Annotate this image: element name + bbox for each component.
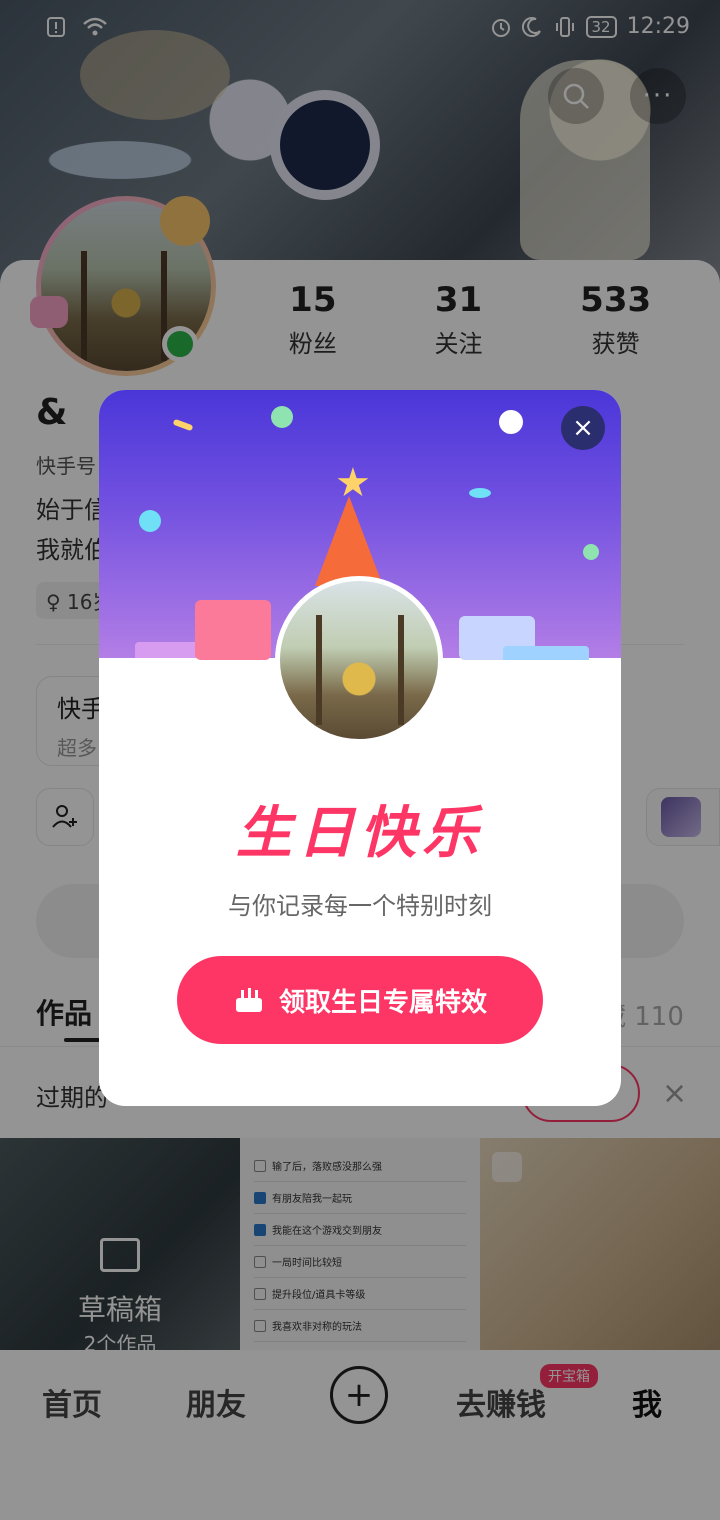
- confetti-decor: [499, 410, 523, 434]
- confetti-decor: [139, 510, 161, 532]
- claim-button-label: 领取生日专属特效: [278, 987, 487, 1018]
- gift-decor: [503, 646, 589, 660]
- avatar-tree-decor: [398, 615, 404, 725]
- gift-decor: [135, 642, 201, 658]
- confetti-decor: [469, 488, 491, 498]
- gift-decor: [195, 600, 271, 660]
- cake-icon: [235, 988, 262, 1012]
- birthday-title: 生日快乐: [236, 801, 484, 866]
- confetti-decor: [271, 406, 293, 428]
- modal-avatar: [275, 576, 443, 744]
- birthday-modal: ★ × 生日快乐 与你记录每一个特别时刻 领取生日专属特效: [99, 390, 621, 1106]
- birthday-subtitle: 与你记录每一个特别时刻: [228, 892, 492, 920]
- star-icon: ★: [335, 460, 371, 506]
- modal-close-button[interactable]: ×: [561, 406, 605, 450]
- confetti-decor: [172, 418, 194, 432]
- close-icon: ×: [572, 413, 594, 443]
- claim-birthday-effect-button[interactable]: 领取生日专属特效: [177, 956, 543, 1044]
- avatar-tree-decor: [316, 615, 322, 725]
- confetti-decor: [583, 544, 599, 560]
- party-hat-decor: [315, 496, 383, 586]
